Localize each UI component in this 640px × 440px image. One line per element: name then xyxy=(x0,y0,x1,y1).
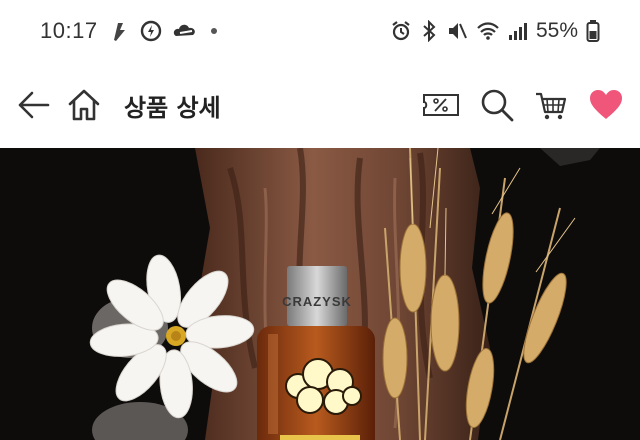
more-notifications-dot-icon xyxy=(208,25,220,37)
product-photo-illustration: CRAZYSK xyxy=(0,148,640,440)
app-notification-icon xyxy=(108,20,130,42)
battery-icon xyxy=(586,19,600,43)
cloud-notification-icon xyxy=(172,20,198,42)
product-image: CRAZYSK xyxy=(0,148,640,440)
screen: 10:17 55% 상품 상세 CRAZYSK xyxy=(0,0,640,440)
status-right: 55% xyxy=(390,19,600,43)
wifi-icon xyxy=(476,20,500,42)
battery-percentage: 55% xyxy=(535,19,578,42)
app-bar: 상품 상세 xyxy=(0,62,640,148)
bluetooth-icon xyxy=(420,20,438,42)
power-notification-icon xyxy=(140,20,162,42)
page-title: 상품 상세 xyxy=(124,93,221,122)
signal-icon xyxy=(508,20,528,42)
status-time: 10:17 xyxy=(40,18,98,43)
bottle-label-text: CRAZYSK xyxy=(282,294,352,309)
cart-icon[interactable] xyxy=(534,88,568,122)
back-arrow-icon[interactable] xyxy=(16,87,52,123)
heart-icon[interactable] xyxy=(588,89,624,121)
search-icon[interactable] xyxy=(480,88,514,122)
home-icon[interactable] xyxy=(66,87,102,123)
mute-icon xyxy=(446,20,468,42)
coupon-icon[interactable] xyxy=(422,90,460,120)
alarm-icon xyxy=(390,20,412,42)
app-actions xyxy=(422,88,624,122)
status-bar: 10:17 55% xyxy=(0,0,640,62)
status-left: 10:17 xyxy=(40,18,220,44)
